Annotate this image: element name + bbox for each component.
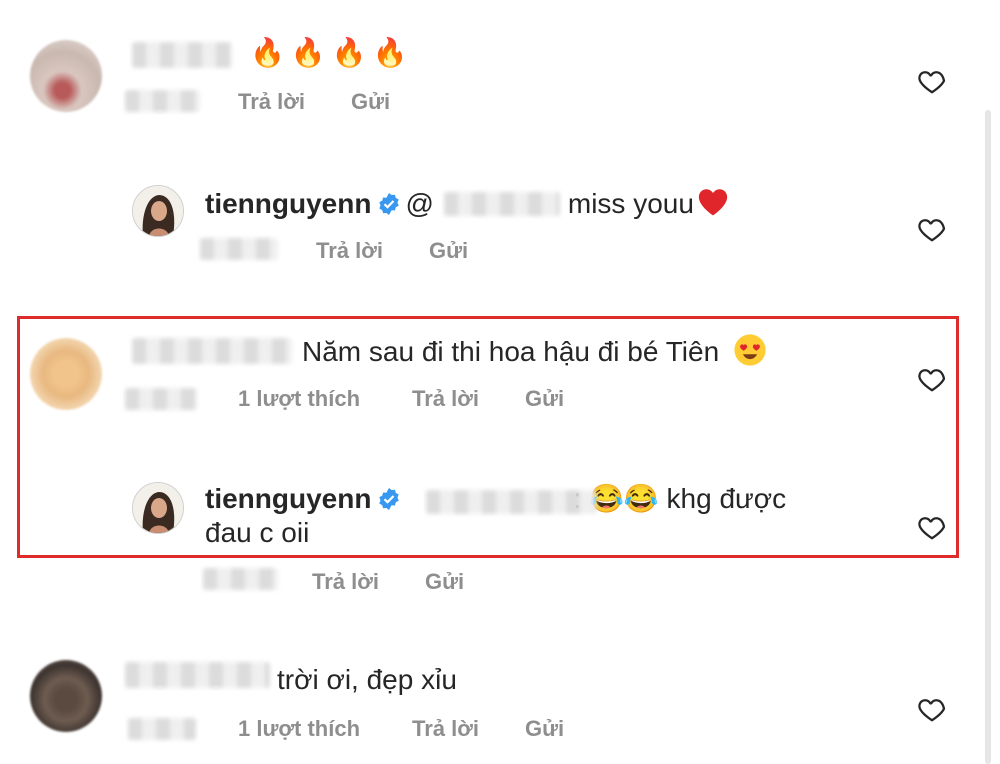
reply-button[interactable]: Trả lời: [412, 716, 479, 742]
blurred-username: [132, 42, 232, 68]
reply-message-line1: : 😂😂 khg được: [573, 483, 787, 514]
heart-icon[interactable]: [917, 694, 947, 724]
send-button[interactable]: Gửi: [525, 386, 564, 412]
username[interactable]: tiennguyenn: [205, 483, 371, 514]
scrollbar[interactable]: [985, 110, 991, 764]
send-button[interactable]: Gửi: [429, 238, 468, 264]
blurred-mention: [426, 490, 596, 514]
reply-button[interactable]: Trả lời: [412, 386, 479, 412]
heart-eyes-emoji: [734, 334, 766, 366]
send-button[interactable]: Gửi: [425, 569, 464, 595]
avatar[interactable]: [30, 660, 102, 732]
reply-button[interactable]: Trả lời: [316, 238, 383, 264]
comment-message: Năm sau đi thi hoa hậu đi bé Tiên: [302, 336, 720, 367]
red-heart-emoji: [698, 189, 728, 216]
avatar[interactable]: [30, 338, 102, 410]
blurred-username: [125, 662, 270, 688]
reply-message: miss youu: [567, 188, 694, 219]
username[interactable]: tiennguyenn: [205, 188, 371, 219]
comment-text: 🔥🔥🔥🔥: [250, 37, 414, 68]
verified-badge-icon: [379, 193, 400, 215]
avatar-tiennguyenn[interactable]: [132, 482, 184, 534]
blurred-timestamp: [125, 90, 200, 112]
blurred-mention: [444, 192, 560, 216]
mention[interactable]: @: [405, 188, 433, 219]
comment-text: Năm sau đi thi hoa hậu đi bé Tiên: [302, 333, 767, 369]
blurred-timestamp: [128, 718, 196, 740]
avatar-tiennguyenn[interactable]: [132, 185, 184, 237]
comment-text: trời ơi, đẹp xỉu: [277, 664, 457, 695]
likes-count[interactable]: 1 lượt thích: [238, 716, 360, 742]
likes-count[interactable]: 1 lượt thích: [238, 386, 360, 412]
blurred-timestamp: [200, 238, 278, 260]
blurred-timestamp: [203, 568, 278, 590]
heart-icon[interactable]: [917, 66, 947, 96]
blurred-timestamp: [125, 388, 197, 410]
heart-icon[interactable]: [917, 512, 947, 542]
reply-message-line2: đau c oii: [205, 517, 310, 548]
verified-badge-icon: [379, 488, 400, 510]
heart-icon[interactable]: [917, 364, 947, 394]
send-button[interactable]: Gửi: [351, 89, 390, 115]
heart-icon[interactable]: [917, 214, 947, 244]
avatar[interactable]: [30, 40, 102, 112]
send-button[interactable]: Gửi: [525, 716, 564, 742]
blurred-username: [132, 338, 292, 364]
reply-button[interactable]: Trả lời: [238, 89, 305, 115]
reply-button[interactable]: Trả lời: [312, 569, 379, 595]
